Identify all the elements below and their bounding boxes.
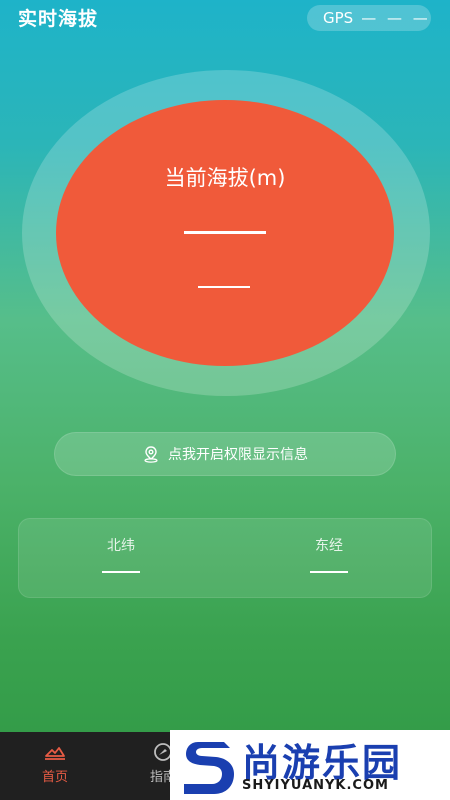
watermark-en-text: SHYIYUANYK.COM bbox=[242, 778, 389, 793]
altitude-sub-value-placeholder bbox=[198, 286, 250, 288]
app-header: 实时海拔 GPS — — — bbox=[0, 0, 450, 36]
gps-status-badge[interactable]: GPS — — — bbox=[307, 5, 431, 31]
watermark-overlay: 尚游乐园 SHYIYUANYK.COM bbox=[170, 730, 450, 800]
longitude-label: 东经 bbox=[315, 538, 343, 554]
enable-permission-button[interactable]: 点我开启权限显示信息 bbox=[54, 432, 396, 476]
coordinates-card: 北纬 东经 bbox=[18, 518, 432, 598]
gps-value: — — — bbox=[361, 9, 431, 27]
page-title: 实时海拔 bbox=[18, 8, 99, 30]
latitude-value-placeholder bbox=[102, 571, 140, 573]
altitude-label: 当前海拔(m) bbox=[164, 166, 286, 190]
altitude-value-placeholder bbox=[184, 231, 266, 234]
latitude-column: 北纬 bbox=[61, 519, 181, 599]
location-pin-icon bbox=[144, 446, 158, 463]
watermark-logo-icon bbox=[184, 742, 234, 794]
home-icon bbox=[45, 747, 65, 760]
gps-label: GPS bbox=[323, 9, 354, 27]
longitude-column: 东经 bbox=[269, 519, 389, 599]
enable-permission-label: 点我开启权限显示信息 bbox=[168, 447, 308, 463]
nav-item-home[interactable]: 首页 bbox=[20, 732, 90, 800]
longitude-value-placeholder bbox=[310, 571, 348, 573]
nav-label-home: 首页 bbox=[41, 770, 68, 785]
latitude-label: 北纬 bbox=[107, 538, 135, 554]
